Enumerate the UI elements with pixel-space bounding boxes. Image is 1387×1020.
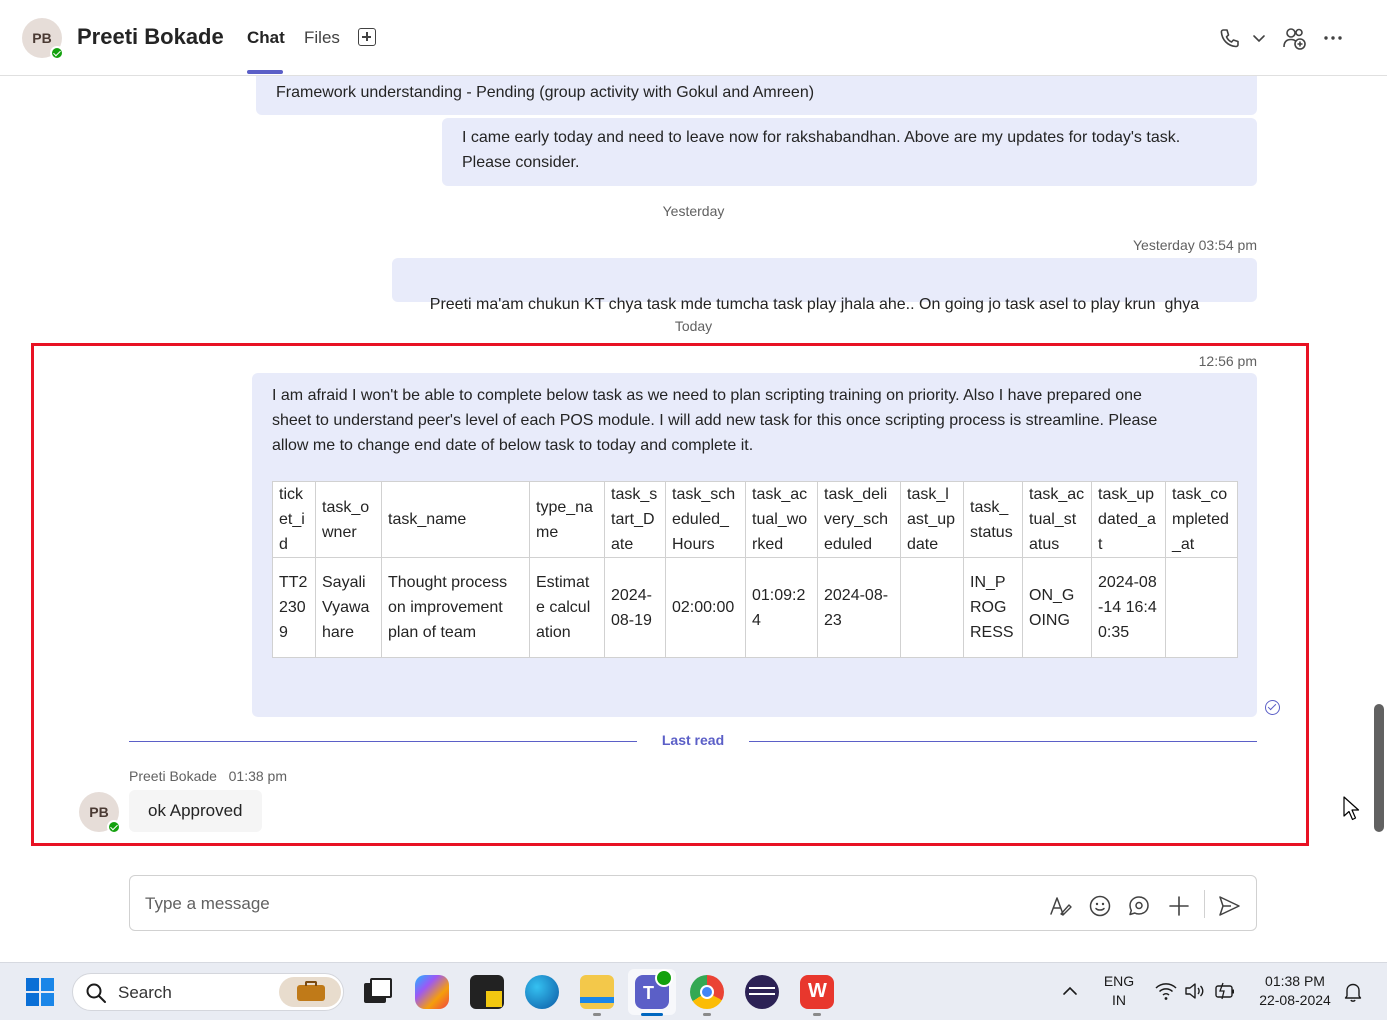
call-icon[interactable] (1216, 26, 1242, 52)
avatar-initials: PB (32, 30, 52, 46)
battery-charging-icon[interactable] (1214, 981, 1236, 1001)
composer-divider (1204, 890, 1205, 918)
file-explorer-icon[interactable] (580, 975, 614, 1009)
emoji-icon[interactable] (1088, 894, 1112, 918)
wifi-icon[interactable] (1155, 981, 1177, 1001)
message-bubble-self[interactable]: Preeti ma'am chukun KT chya task mde tum… (392, 258, 1257, 313)
app-running-indicator (703, 1013, 711, 1016)
notification-bell-icon[interactable] (1343, 981, 1363, 1003)
message-text: Framework understanding - Pending (group… (276, 84, 815, 101)
chrome-browser-icon[interactable] (690, 975, 724, 1009)
contact-name[interactable]: Preeti Bokade (77, 24, 224, 50)
edge-browser-icon[interactable] (525, 975, 559, 1009)
teams-chat-window: PB Preeti Bokade Chat Files Framework un… (0, 0, 1387, 962)
tab-active-indicator (247, 70, 283, 74)
region-code: IN (1112, 992, 1126, 1008)
chevron-up-icon[interactable] (1062, 985, 1078, 997)
add-tab-icon[interactable] (358, 28, 376, 46)
day-separator: Yesterday (662, 203, 725, 219)
message-bubble-self[interactable]: Framework understanding - Pending (group… (256, 76, 1257, 115)
teams-app-icon[interactable]: T (635, 969, 673, 1009)
copilot-icon[interactable] (415, 975, 449, 1009)
chat-header: PB Preeti Bokade Chat Files (0, 0, 1387, 76)
presence-available-icon (50, 46, 64, 60)
taskbar-search[interactable]: Search (72, 973, 344, 1011)
contact-avatar[interactable]: PB (22, 18, 64, 60)
language-indicator[interactable]: ENG IN (1097, 973, 1141, 1008)
message-text-line: Please consider. (462, 154, 580, 171)
message-text-line: I came early today and need to leave now… (462, 129, 1181, 146)
day-separator: Today (674, 318, 713, 334)
message-input[interactable] (145, 892, 1005, 916)
attach-plus-icon[interactable] (1167, 894, 1191, 918)
chevron-down-icon[interactable] (1248, 26, 1274, 52)
windows-start-icon[interactable] (25, 977, 55, 1007)
search-highlight-icon (279, 977, 341, 1007)
language-code: ENG (1103, 973, 1135, 989)
message-composer[interactable] (129, 875, 1257, 931)
clock-time: 01:38 PM (1265, 973, 1325, 989)
volume-icon[interactable] (1184, 981, 1206, 1001)
more-options-icon[interactable] (1321, 26, 1347, 52)
send-icon[interactable] (1217, 894, 1241, 918)
highlight-annotation (31, 343, 1309, 846)
message-bubble-self[interactable]: I came early today and need to leave now… (442, 118, 1257, 186)
app-running-indicator (813, 1013, 821, 1016)
app-running-indicator (593, 1013, 601, 1016)
message-timestamp: Yesterday 03:54 pm (1132, 237, 1257, 253)
sticky-notes-icon[interactable] (470, 975, 504, 1009)
eclipse-ide-icon[interactable] (745, 975, 779, 1009)
format-icon[interactable] (1048, 894, 1072, 918)
tab-chat[interactable]: Chat (247, 28, 285, 48)
clock-date: 22-08-2024 (1259, 992, 1331, 1008)
app-active-indicator (641, 1013, 663, 1016)
search-label: Search (118, 983, 172, 1002)
system-clock[interactable]: 01:38 PM 22-08-2024 (1252, 973, 1338, 1008)
task-view-icon[interactable] (361, 975, 395, 1009)
mouse-cursor-icon (1343, 796, 1360, 821)
add-people-icon[interactable] (1282, 26, 1308, 52)
windows-taskbar: Search T W ENG IN 01:38 PM 22-08-2024 (0, 962, 1387, 1020)
scrollbar-thumb[interactable] (1374, 704, 1384, 832)
wps-office-icon[interactable]: W (800, 975, 834, 1009)
search-icon (86, 983, 106, 1003)
tab-files[interactable]: Files (304, 28, 340, 48)
loop-icon[interactable] (1127, 894, 1151, 918)
message-text: Preeti ma'am chukun KT chya task mde tum… (429, 296, 1200, 313)
